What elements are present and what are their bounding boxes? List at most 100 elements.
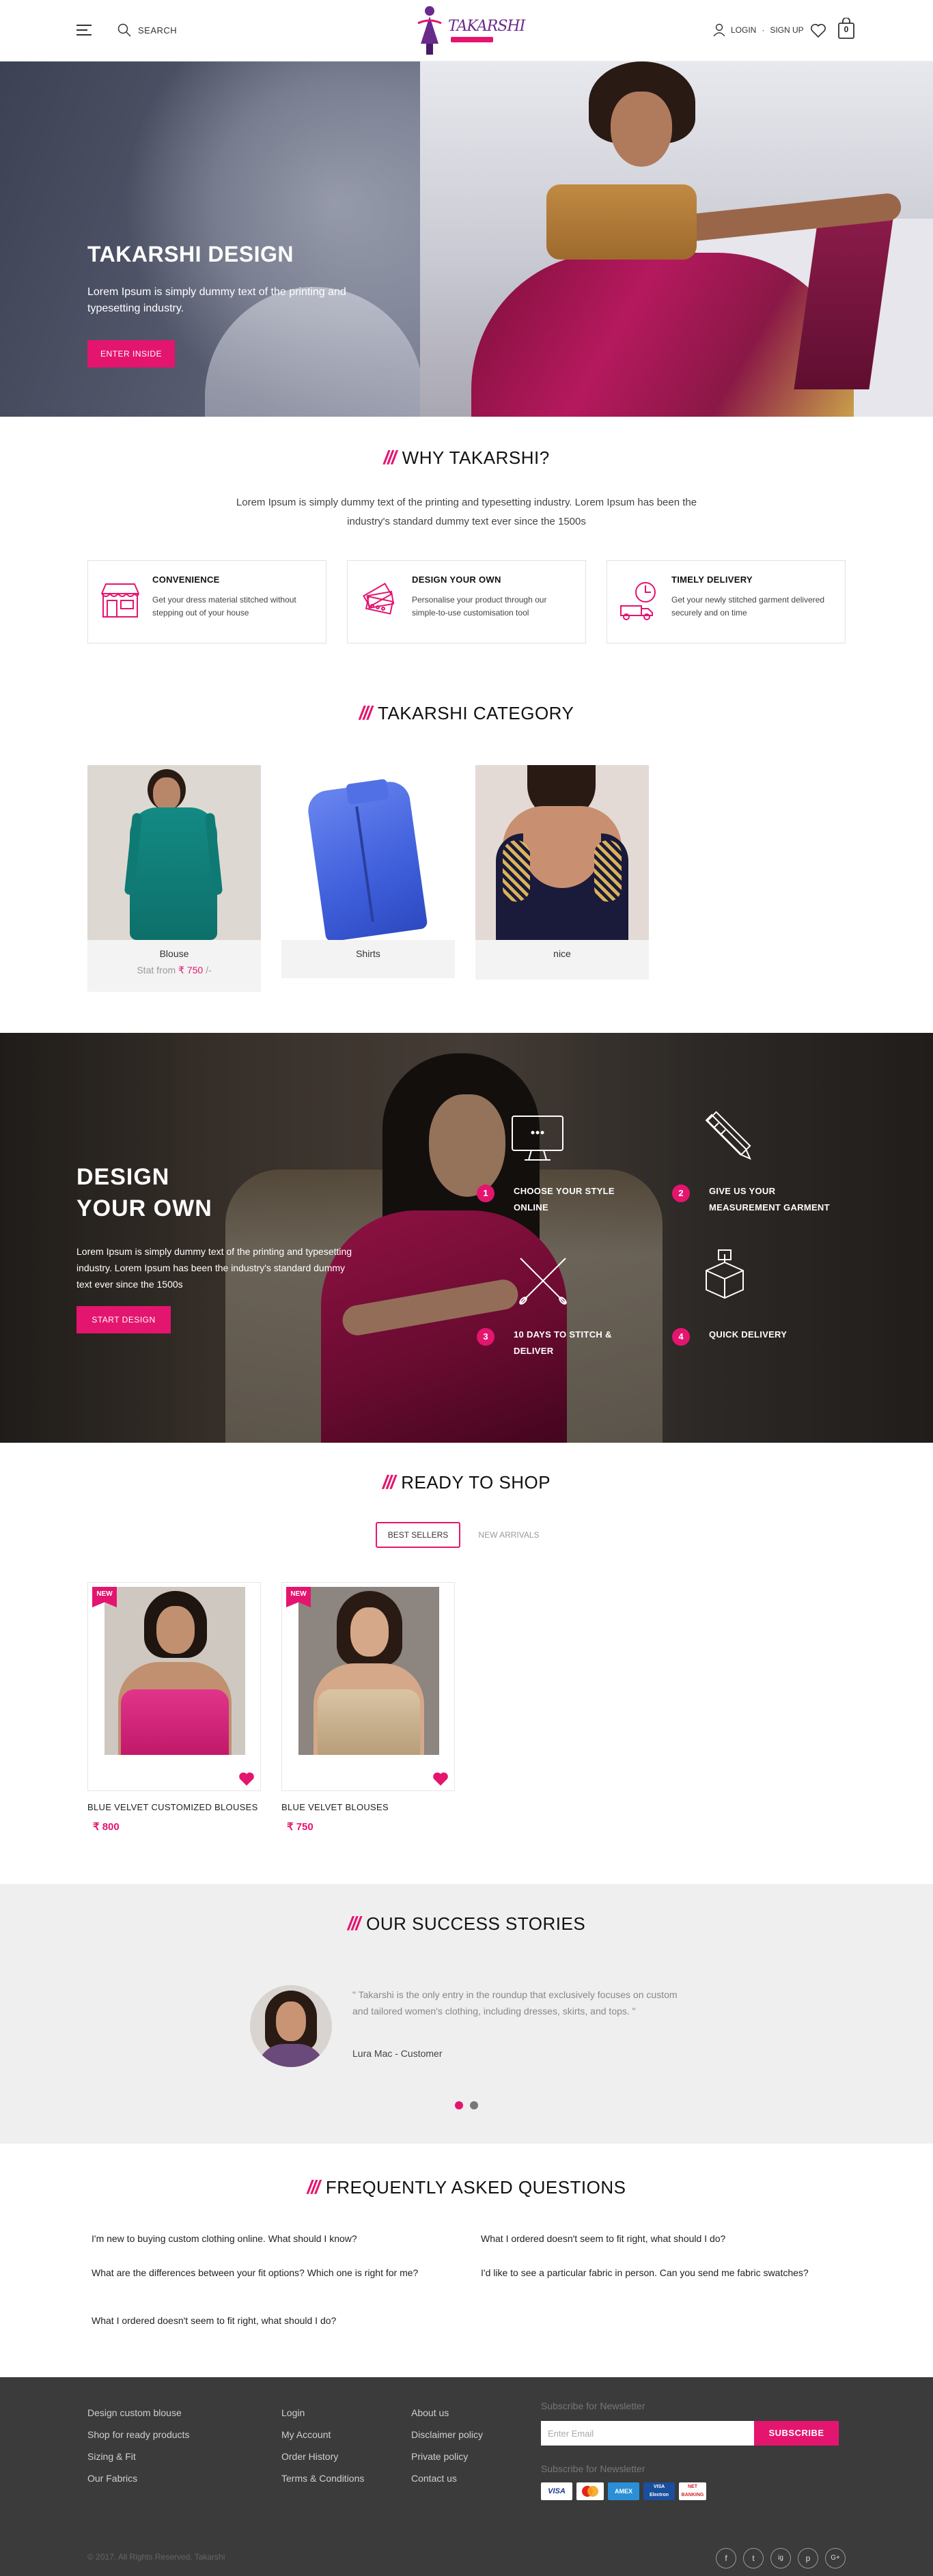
why-card-delivery: TIMELY DELIVERY Get your newly stitched …: [607, 560, 846, 643]
site-logo[interactable]: TAKARSHI: [408, 3, 525, 57]
why-card-design: DESIGN YOUR OWN Personalise your product…: [347, 560, 586, 643]
faq-question[interactable]: I'd like to see a particular fabric in p…: [481, 2265, 822, 2280]
wishlist-heart-icon[interactable]: [238, 1771, 255, 1786]
step-number: 4: [672, 1328, 690, 1346]
footer-link[interactable]: Disclaimer policy: [411, 2429, 483, 2440]
logo-ribbon: [451, 37, 493, 42]
hero-banner: TAKARSHI DESIGN Lorem Ipsum is simply du…: [0, 61, 933, 417]
footer-link[interactable]: My Account: [281, 2429, 331, 2440]
wishlist-heart-icon[interactable]: [810, 23, 826, 38]
category-price-line: Stat from ₹ 750 /-: [87, 965, 261, 976]
why-card-desc: Personalise your product through our sim…: [412, 595, 547, 618]
newsletter-email-input[interactable]: [541, 2421, 754, 2446]
category-card-nice[interactable]: nice: [475, 765, 649, 980]
footer-link[interactable]: Shop for ready products: [87, 2429, 189, 2440]
facebook-icon[interactable]: f: [716, 2548, 736, 2568]
instagram-icon[interactable]: ig: [770, 2548, 791, 2568]
monitor-icon: [512, 1116, 563, 1161]
hero-description: Lorem Ipsum is simply dummy text of the …: [87, 286, 346, 314]
carousel-dot[interactable]: [470, 2101, 478, 2109]
footer-link[interactable]: About us: [411, 2407, 449, 2418]
faq-question[interactable]: What are the differences between your fi…: [92, 2265, 454, 2280]
title-slashes: ///: [359, 702, 372, 723]
needle-thread-icon: [519, 1258, 567, 1305]
why-card-title: DESIGN YOUR OWN: [412, 574, 501, 585]
product-card[interactable]: NEW BLUE VELVET CUSTOMIZED BLOUSES ₹ 800: [87, 1582, 261, 1833]
product-image-box: NEW: [281, 1582, 455, 1791]
tab-new-arrivals[interactable]: NEW ARRIVALS: [471, 1522, 546, 1548]
title-slashes: ///: [383, 447, 396, 468]
success-section-title: /// OUR SUCCESS STORIES: [0, 1913, 933, 1935]
copyright: © 2017. All Rights Reserved. Takarshi: [87, 2552, 225, 2562]
footer-link[interactable]: Order History: [281, 2451, 338, 2462]
why-description: Lorem Ipsum is simply dummy text of the …: [236, 497, 697, 527]
why-card-desc: Get your dress material stitched without…: [152, 595, 296, 618]
newsletter-label: Subscribe for Newsletter: [541, 2400, 645, 2411]
shop-icon: [101, 583, 139, 618]
category-card-shirts[interactable]: Shirts: [281, 765, 455, 978]
cart-count: 0: [844, 25, 849, 34]
dyo-title-line1: DESIGN: [76, 1164, 170, 1190]
title-slashes: ///: [382, 1471, 395, 1493]
product-image: [105, 1587, 245, 1755]
step-label: CHOOSE YOUR STYLE ONLINE: [514, 1186, 615, 1213]
product-image-box: NEW: [87, 1582, 261, 1791]
title-slashes: ///: [307, 2176, 320, 2198]
product-name[interactable]: BLUE VELVET CUSTOMIZED BLOUSES: [87, 1802, 261, 1812]
category-card-blouse[interactable]: Blouse Stat from ₹ 750 /-: [87, 765, 261, 992]
start-design-button[interactable]: START DESIGN: [76, 1306, 171, 1333]
subscribe-button[interactable]: SUBSCRIBE: [754, 2421, 839, 2446]
pencil-ruler-icon: [705, 1111, 751, 1160]
tab-best-sellers[interactable]: BEST SELLERS: [376, 1522, 460, 1548]
product-card[interactable]: NEW BLUE VELVET BLOUSES ₹ 750: [281, 1582, 455, 1833]
category-name: Blouse: [159, 948, 189, 959]
cart-button[interactable]: 0: [837, 17, 855, 40]
testimonial-quote: " Takarshi is the only entry in the roun…: [352, 1989, 678, 2017]
search-button[interactable]: SEARCH: [117, 22, 177, 38]
net-banking-icon: NET BANKING: [679, 2482, 706, 2500]
faq-question[interactable]: I'm new to buying custom clothing online…: [92, 2231, 433, 2246]
wishlist-heart-icon[interactable]: [432, 1771, 449, 1786]
shop-title-text: READY TO SHOP: [401, 1471, 551, 1493]
category-name: Shirts: [356, 948, 380, 959]
footer-link[interactable]: Private policy: [411, 2451, 468, 2462]
avatar: [250, 1985, 332, 2067]
product-name[interactable]: BLUE VELVET BLOUSES: [281, 1802, 455, 1812]
why-card-desc: Get your newly stitched garment delivere…: [671, 595, 825, 618]
footer-link[interactable]: Contact us: [411, 2473, 457, 2484]
fabric-swatch-icon: [363, 583, 395, 615]
faq-question[interactable]: What I ordered doesn't seem to fit right…: [92, 2313, 433, 2328]
footer-link[interactable]: Login: [281, 2407, 305, 2418]
category-price: ₹ 750: [178, 965, 204, 975]
carousel-dot-active[interactable]: [455, 2101, 463, 2109]
google-plus-icon[interactable]: G+: [825, 2548, 846, 2568]
enter-inside-button[interactable]: ENTER INSIDE: [87, 340, 175, 368]
footer-link[interactable]: Design custom blouse: [87, 2407, 182, 2418]
signup-link[interactable]: SIGN UP: [770, 25, 803, 35]
category-image-shirts: [281, 765, 455, 940]
logo-lady-icon: [417, 6, 442, 55]
footer-link[interactable]: Sizing & Fit: [87, 2451, 136, 2462]
twitter-icon[interactable]: t: [743, 2548, 764, 2568]
hero-title: TAKARSHI DESIGN: [87, 242, 294, 266]
category-section-title: /// TAKARSHI CATEGORY: [0, 702, 933, 724]
testimonial-author: Lura Mac - Customer: [352, 2048, 443, 2059]
site-header: SEARCH TAKARSHI LOGIN · SIGN UP 0: [0, 0, 933, 61]
footer-link[interactable]: Terms & Conditions: [281, 2473, 364, 2484]
login-link[interactable]: LOGIN: [731, 25, 756, 35]
hero-model-face: [611, 92, 672, 167]
category-image-blouse: [87, 765, 261, 940]
package-icon: [706, 1249, 744, 1299]
why-card-convenience: CONVENIENCE Get your dress material stit…: [87, 560, 326, 643]
faq-section-title: /// FREQUENTLY ASKED QUESTIONS: [0, 2176, 933, 2198]
visa-card-icon: VISA: [541, 2482, 572, 2500]
category-meta: Blouse Stat from ₹ 750 /-: [87, 940, 261, 992]
search-label: SEARCH: [138, 25, 178, 36]
faq-question[interactable]: What I ordered doesn't seem to fit right…: [481, 2231, 822, 2246]
category-meta: nice: [475, 940, 649, 980]
hamburger-menu-icon[interactable]: [76, 25, 92, 36]
footer-link[interactable]: Our Fabrics: [87, 2473, 137, 2484]
title-slashes: ///: [347, 1913, 361, 1934]
success-title-text: OUR SUCCESS STORIES: [366, 1913, 586, 1934]
pinterest-icon[interactable]: p: [798, 2548, 818, 2568]
